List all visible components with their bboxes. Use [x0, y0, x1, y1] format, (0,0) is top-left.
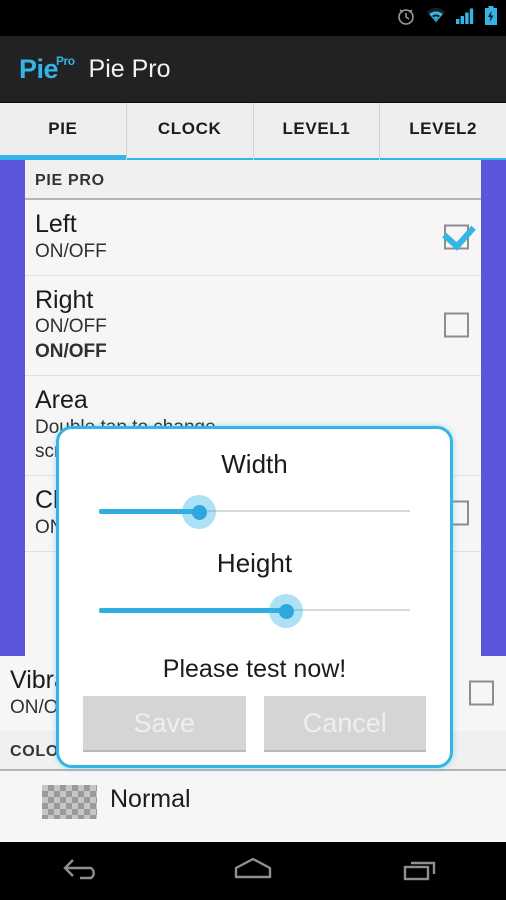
page-title: Pie Pro: [88, 54, 171, 83]
tab-bar: PIE CLOCK LEVEL1 LEVEL2: [0, 103, 506, 160]
width-slider-thumb[interactable]: [191, 505, 207, 520]
tab-pie-label: PIE: [48, 119, 78, 138]
left-trigger-overlay: [0, 160, 25, 656]
alarm-clock-icon: [396, 6, 416, 31]
app-logo-text: Pie: [19, 53, 59, 84]
preference-summary: ON/OFF: [35, 316, 107, 338]
checkbox-left[interactable]: [444, 224, 469, 250]
home-icon[interactable]: [226, 854, 280, 889]
status-bar: [0, 0, 506, 36]
wifi-icon: [425, 7, 447, 30]
preference-title: Right: [35, 285, 94, 314]
preference-title: Left: [35, 210, 77, 238]
preference-summary-extra: ON/OFF: [35, 341, 107, 362]
checkbox-right[interactable]: [444, 312, 469, 338]
tab-pie[interactable]: PIE: [0, 103, 127, 160]
battery-charging-icon: [484, 5, 498, 31]
section-header-pie-pro: PIE PRO: [25, 160, 481, 200]
tab-level2-label: LEVEL2: [409, 119, 478, 138]
right-trigger-overlay: [481, 160, 506, 656]
dialog-button-row: Save Cancel: [83, 696, 426, 752]
tab-clock[interactable]: CLOCK: [126, 103, 254, 160]
save-button[interactable]: Save: [83, 696, 246, 752]
cancel-button[interactable]: Cancel: [263, 696, 426, 752]
preference-title: Area: [35, 385, 88, 414]
transparent-checker-swatch: [42, 784, 97, 819]
back-icon[interactable]: [59, 854, 109, 889]
checkbox-vibration[interactable]: [469, 680, 494, 706]
size-dialog: Width Height Please test now! Save Cance…: [56, 426, 453, 768]
app-logo: PiePro: [19, 53, 77, 84]
settings-list: PIE PRO Left ON/OFF Right ON/OFF ON/OFF …: [0, 160, 506, 842]
cell-signal-icon: [456, 7, 475, 30]
tab-level1-label: LEVEL1: [282, 119, 351, 138]
android-screen: PiePro Pie Pro PIE CLOCK LEVEL1 LEVEL2 P…: [0, 0, 506, 900]
app-logo-superscript: Pro: [56, 53, 75, 68]
height-slider-label: Height: [216, 548, 293, 578]
recents-icon[interactable]: [397, 854, 447, 889]
dialog-message: Please test now!: [162, 655, 347, 683]
width-slider[interactable]: [99, 494, 410, 529]
tab-level1[interactable]: LEVEL1: [253, 103, 381, 160]
preference-summary: ON/OFF: [35, 240, 107, 262]
preference-row-right[interactable]: Right ON/OFF ON/OFF: [25, 275, 481, 376]
preference-row-left[interactable]: Left ON/OFF: [25, 200, 481, 276]
preference-row-normal-color[interactable]: Normal: [0, 771, 506, 819]
tab-clock-label: CLOCK: [157, 119, 222, 138]
tab-level2[interactable]: LEVEL2: [380, 103, 506, 160]
height-slider-fill: [99, 608, 286, 613]
navigation-bar: [0, 842, 506, 900]
height-slider[interactable]: [99, 593, 410, 628]
width-slider-label: Width: [221, 449, 288, 479]
action-bar: PiePro Pie Pro: [0, 36, 506, 103]
color-item-label: Normal: [110, 784, 191, 813]
height-slider-thumb[interactable]: [278, 604, 294, 619]
